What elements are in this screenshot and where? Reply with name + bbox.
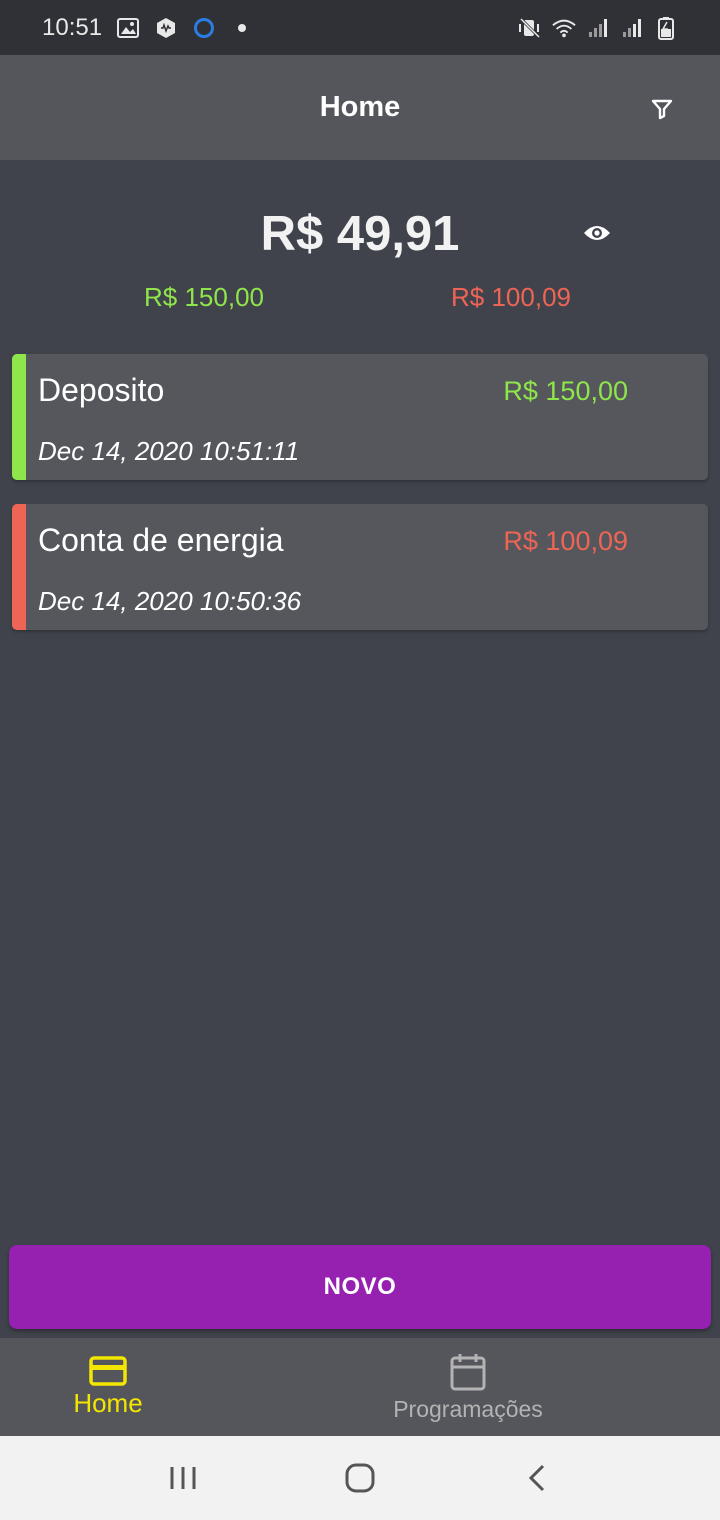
transaction-date: Dec 14, 2020 10:51:11 (38, 436, 300, 466)
income-indicator (12, 354, 26, 480)
filter-icon (651, 99, 673, 120)
app-bar: Home (0, 55, 720, 160)
home-circle-icon (345, 1463, 375, 1493)
signal-icon (586, 16, 610, 40)
status-right (518, 16, 678, 40)
transaction-amount: R$ 150,00 (503, 376, 628, 406)
status-bar: 10:51 (0, 0, 720, 55)
dot-icon (230, 16, 254, 40)
transaction-item[interactable]: Deposito R$ 150,00 Dec 14, 2020 10:51:11 (12, 354, 708, 480)
eye-icon (584, 226, 610, 240)
battery-icon (654, 16, 678, 40)
back-chevron-icon (528, 1464, 544, 1492)
app-badge-icon (154, 16, 178, 40)
transaction-item[interactable]: Conta de energia R$ 100,09 Dec 14, 2020 … (12, 504, 708, 630)
nav-item-home[interactable]: Home (0, 1338, 288, 1436)
signal-icon (620, 16, 644, 40)
status-left: 10:51 (42, 14, 254, 42)
recent-apps-icon (170, 1467, 196, 1489)
back-button[interactable] (507, 1448, 567, 1508)
calendar-icon (450, 1353, 486, 1390)
home-system-button[interactable] (330, 1448, 390, 1508)
expense-total: R$ 100,09 (451, 282, 571, 312)
bottom-nav: Home Programações (0, 1338, 720, 1436)
transaction-name: Conta de energia (38, 522, 284, 558)
credit-card-icon (89, 1355, 127, 1386)
new-transaction-button[interactable]: NOVO (9, 1245, 711, 1329)
page-title: Home (319, 91, 401, 123)
filter-button[interactable] (644, 91, 680, 127)
transaction-date: Dec 14, 2020 10:50:36 (38, 586, 302, 616)
income-total: R$ 150,00 (144, 282, 264, 312)
nav-label-home: Home (73, 1387, 143, 1418)
expense-indicator (12, 504, 26, 630)
nav-label-programacoes: Programações (393, 1395, 543, 1422)
image-icon (116, 16, 140, 40)
toggle-visibility-button[interactable] (578, 214, 616, 252)
system-nav-bar (0, 1436, 720, 1520)
recent-apps-button[interactable] (153, 1448, 213, 1508)
transaction-amount: R$ 100,09 (503, 526, 628, 556)
status-time: 10:51 (42, 13, 103, 41)
mute-vibrate-icon (518, 16, 542, 40)
transaction-name: Deposito (38, 372, 165, 408)
nav-item-programacoes[interactable]: Programações (288, 1338, 648, 1436)
wifi-icon (552, 16, 576, 40)
circle-icon (192, 16, 216, 40)
